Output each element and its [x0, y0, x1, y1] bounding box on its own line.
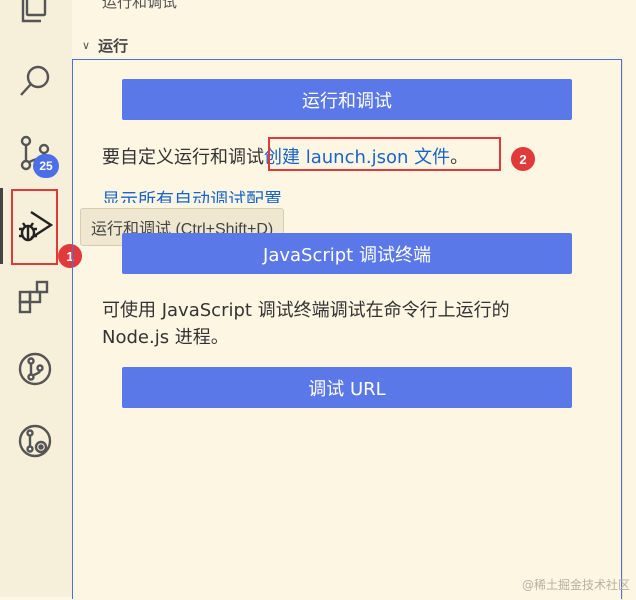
debug-url-button[interactable]: 调试 URL [122, 367, 572, 408]
search-icon[interactable] [14, 60, 56, 102]
customize-prefix: 要自定义运行和调试 [102, 147, 264, 168]
js-desc-line-2: Node.js 进程。 [102, 327, 229, 348]
js-desc-line-1: 可使用 JavaScript 调试终端调试在命令行上运行的 [102, 300, 510, 321]
section-header-run[interactable]: ∨ 运行 [72, 32, 636, 58]
more-actions-icon[interactable]: ··· [578, 0, 596, 7]
git-history-icon[interactable] [14, 420, 56, 462]
annotation-badge-2: 2 [511, 147, 535, 171]
chevron-down-icon: ∨ [82, 38, 91, 52]
activity-bar: 25 1 [0, 0, 82, 597]
git-graph-icon[interactable] [14, 348, 56, 390]
extensions-icon[interactable] [14, 276, 56, 318]
view-title: 运行和调试 [102, 0, 178, 11]
section-title: 运行 [98, 36, 129, 55]
javascript-debug-terminal-button[interactable]: JavaScript 调试终端 [122, 233, 572, 274]
highlight-create-launch [268, 137, 501, 171]
files-icon[interactable] [14, 0, 56, 28]
watermark: @稀土掘金技术社区 [521, 578, 630, 592]
show-all-configs-link[interactable]: 显示所有自动调试配置 [102, 186, 282, 203]
highlight-run-debug [11, 189, 58, 265]
run-and-debug-button[interactable]: 运行和调试 [122, 79, 572, 120]
divider [622, 60, 623, 600]
active-indicator [0, 188, 3, 264]
source-control-badge: 25 [33, 154, 59, 178]
